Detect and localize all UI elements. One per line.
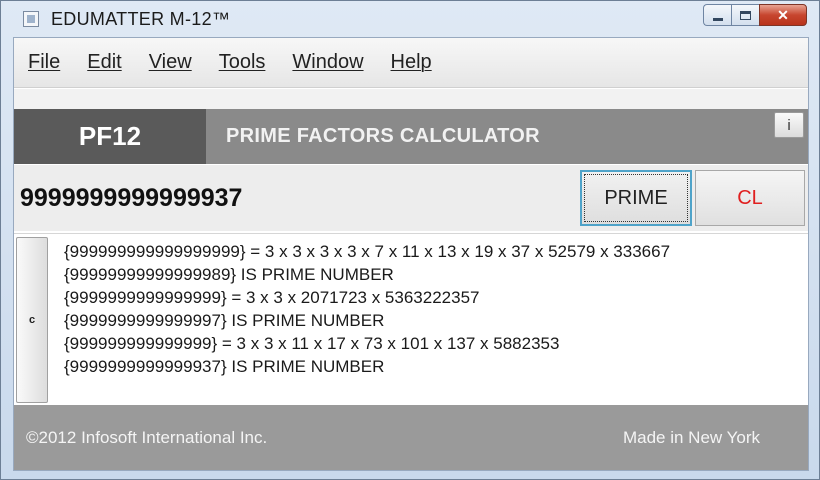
results-list: {999999999999999999} = 3 x 3 x 3 x 3 x 7…: [64, 240, 670, 378]
copyright-text: ©2012 Infosoft International Inc.: [26, 427, 268, 447]
info-button[interactable]: i: [774, 112, 804, 138]
menu-bar: File Edit View Tools Window Help: [14, 38, 808, 88]
clear-button[interactable]: CL: [695, 170, 805, 226]
maximize-icon: [740, 10, 751, 20]
app-code: PF12: [14, 109, 206, 164]
prime-button[interactable]: PRIME: [580, 170, 692, 226]
result-line: {99999999999999989} IS PRIME NUMBER: [64, 265, 394, 284]
close-button[interactable]: ✕: [759, 4, 807, 26]
result-line: {9999999999999937} IS PRIME NUMBER: [64, 357, 385, 376]
app-header: PF12 PRIME FACTORS CALCULATOR i: [14, 109, 808, 164]
menu-window[interactable]: Window: [292, 51, 363, 74]
app-icon[interactable]: [23, 11, 39, 27]
result-line: {9999999999999997} IS PRIME NUMBER: [64, 311, 385, 330]
menu-view[interactable]: View: [149, 51, 192, 74]
window-title: EDUMATTER M-12™: [51, 8, 231, 29]
number-input[interactable]: [20, 171, 578, 225]
result-line: {999999999999999999} = 3 x 3 x 3 x 3 x 7…: [64, 242, 671, 261]
toolbar-strip: [14, 89, 808, 109]
caption-buttons: ✕: [703, 4, 807, 26]
footer: ©2012 Infosoft International Inc. Made i…: [14, 405, 808, 470]
minimize-icon: [712, 17, 723, 21]
results-panel: c {999999999999999999} = 3 x 3 x 3 x 3 x…: [14, 233, 808, 405]
app-window: EDUMATTER M-12™ ✕ File Edit View Tools W…: [0, 0, 820, 480]
clear-results-button[interactable]: c: [16, 237, 48, 403]
title-bar[interactable]: EDUMATTER M-12™ ✕: [1, 1, 819, 37]
menu-file[interactable]: File: [28, 51, 60, 74]
close-icon: ✕: [777, 6, 789, 23]
result-line: {999999999999999} = 3 x 3 x 11 x 17 x 73…: [64, 334, 560, 353]
menu-tools[interactable]: Tools: [219, 51, 266, 74]
app-title: PRIME FACTORS CALCULATOR: [226, 125, 540, 147]
maximize-button[interactable]: [731, 4, 759, 26]
made-in-text: Made in New York: [622, 427, 760, 447]
input-row: PRIME CL: [14, 165, 808, 231]
minimize-button[interactable]: [703, 4, 731, 26]
client-area: File Edit View Tools Window Help PF12 PR…: [13, 37, 809, 471]
menu-help[interactable]: Help: [391, 51, 432, 74]
result-line: {9999999999999999} = 3 x 3 x 2071723 x 5…: [64, 288, 480, 307]
menu-edit[interactable]: Edit: [87, 51, 121, 74]
